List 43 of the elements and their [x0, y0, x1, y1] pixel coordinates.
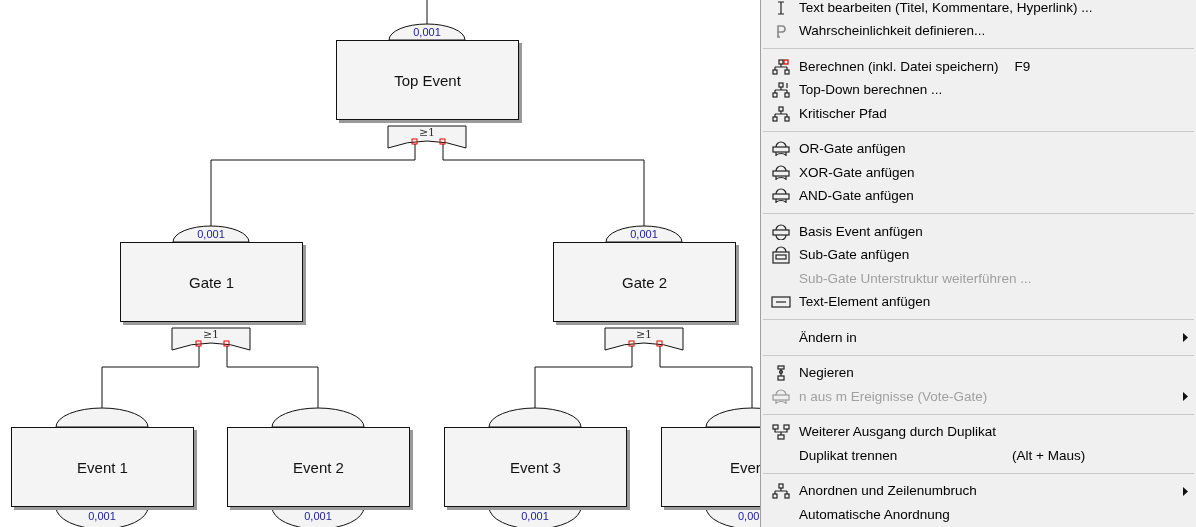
menu-item[interactable]: Weiterer Ausgang durch Duplikat: [763, 420, 1194, 444]
probability-value: 0,001: [521, 510, 549, 522]
probability-value: 0,001: [304, 510, 332, 522]
letter-p-icon: [776, 24, 786, 38]
probability-value: 0,00: [738, 510, 760, 522]
menu-item[interactable]: AND-Gate anfügen: [763, 184, 1194, 208]
tree-icon: [772, 58, 790, 75]
menu-item[interactable]: Wahrscheinlichkeit definieren...: [763, 19, 1194, 43]
menu-item[interactable]: Basis Event anfügen: [763, 220, 1194, 244]
menu-item[interactable]: Kritischer Pfad: [763, 102, 1194, 126]
tree-icon: [772, 82, 790, 99]
gate-icon: [771, 141, 791, 158]
tree-icon: [772, 105, 790, 122]
menu-item[interactable]: Berechnen (inkl. Datei speichern) F9: [763, 55, 1194, 79]
menu-item[interactable]: Ändern in: [763, 326, 1194, 350]
gate-label: ≥1: [202, 328, 220, 341]
gate-icon: [771, 388, 791, 405]
connector-line: [426, 0, 428, 25]
duplicate-icon: [772, 424, 790, 441]
gate-icon: [771, 164, 791, 181]
text-element-icon: [771, 296, 791, 309]
menu-item[interactable]: Automatische Anordnung: [763, 503, 1194, 527]
gate-icon: [771, 223, 791, 240]
menu-item[interactable]: Sub-Gate anfügen: [763, 243, 1194, 267]
menu-item[interactable]: Anordnen und Zeilenumbruch: [763, 479, 1194, 503]
menu-item[interactable]: XOR-Gate anfügen: [763, 161, 1194, 185]
gate-label: ≥1: [635, 328, 653, 341]
menu-item[interactable]: OR-Gate anfügen: [763, 137, 1194, 161]
menu-item[interactable]: Negieren: [763, 361, 1194, 385]
menu-item[interactable]: Text bearbeiten (Titel, Kommentare, Hyperlink) ...: [763, 0, 1194, 20]
sub-gate-icon: [771, 246, 791, 265]
probability-value: 0,001: [197, 228, 225, 240]
probability-value: 0,001: [413, 26, 441, 38]
negate-icon: [776, 365, 786, 382]
tree-icon: [772, 483, 790, 500]
probability-value: 0,001: [88, 510, 116, 522]
menu-item[interactable]: Top-Down berechnen ...: [763, 78, 1194, 102]
gate-icon: [771, 188, 791, 205]
text-cursor-icon: [776, 0, 786, 15]
menu-item[interactable]: Text-Element anfügen: [763, 290, 1194, 314]
gate-label: ≥1: [418, 126, 436, 139]
probability-value: 0,001: [630, 228, 658, 240]
menu-item[interactable]: Duplikat trennen (Alt + Maus): [763, 444, 1194, 468]
